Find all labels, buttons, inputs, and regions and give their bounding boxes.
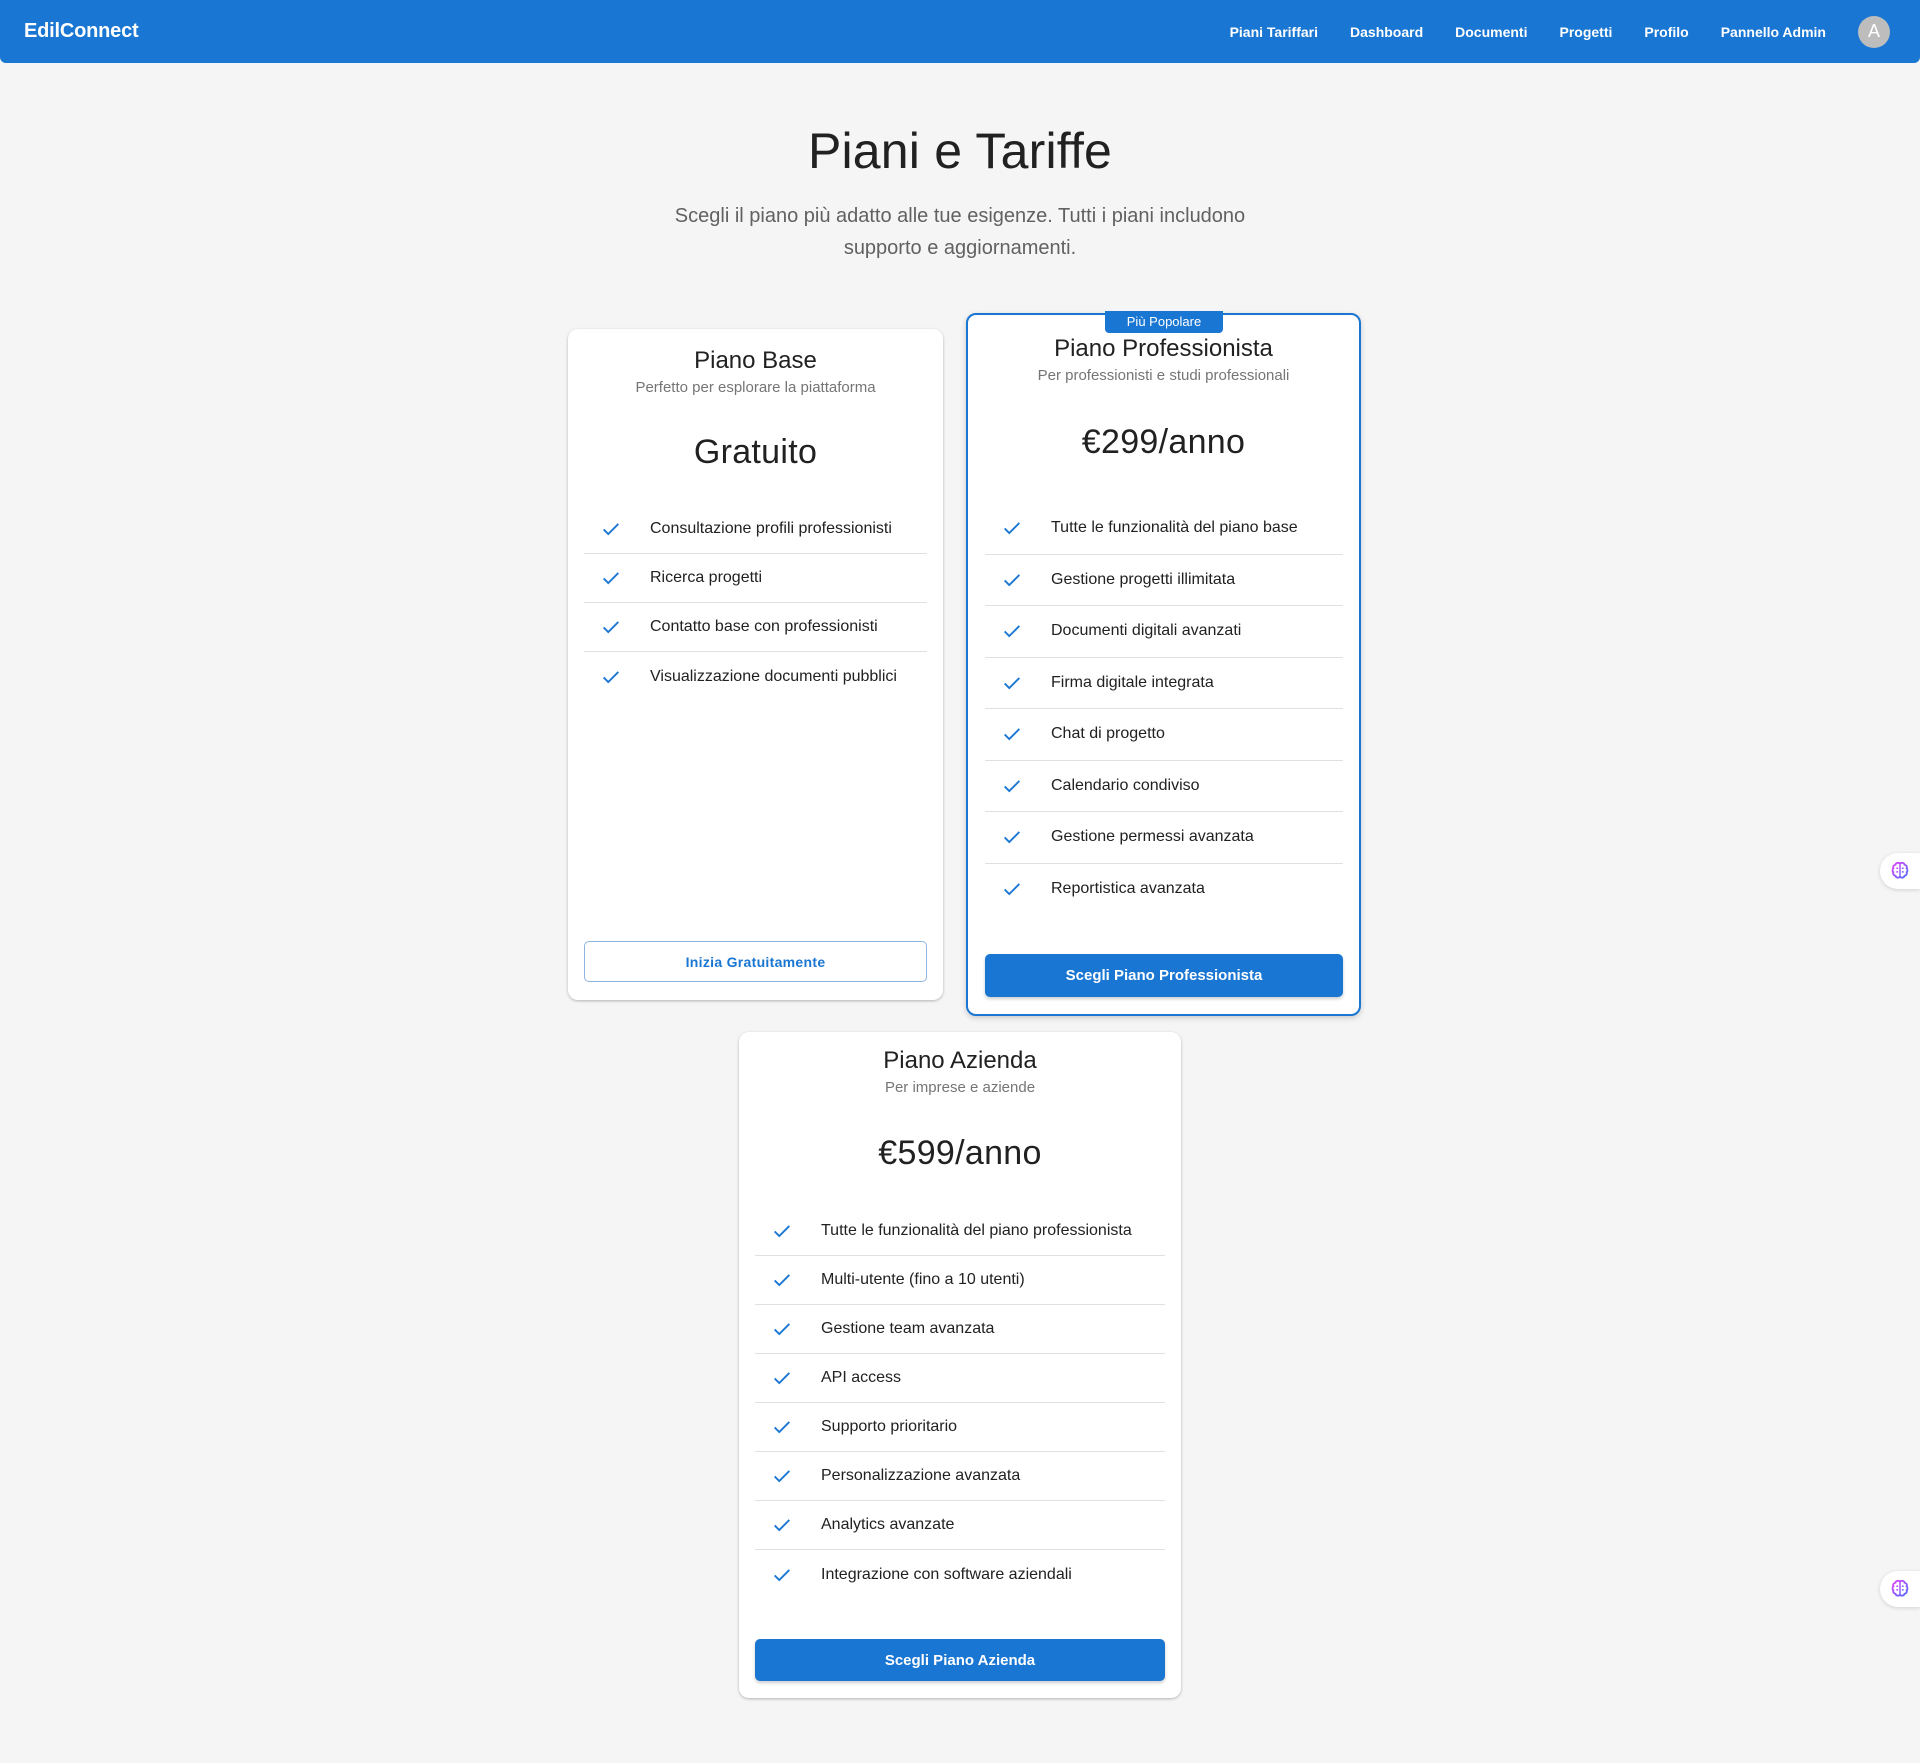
popular-badge: Più Popolare: [1105, 311, 1223, 333]
plan-description: Per professionisti e studi professionali: [1037, 367, 1290, 384]
feature-label: Personalizzazione avanzata: [821, 1467, 1021, 1484]
nav-documenti[interactable]: Documenti: [1455, 24, 1527, 40]
feature-item: Documenti digitali avanzati: [985, 606, 1343, 658]
check-icon: [1004, 677, 1020, 690]
brain-icon: [1891, 861, 1909, 879]
feature-item: Contatto base con professionisti: [584, 603, 927, 652]
feature-label: Visualizzazione documenti pubblici: [650, 667, 897, 685]
feature-label: Consultazione profili professionisti: [650, 520, 892, 537]
feature-item: Consultazione profili professionisti: [584, 505, 927, 554]
feature-label: Tutte le funzionalità del piano professi…: [821, 1222, 1132, 1239]
check-icon: [1004, 522, 1020, 535]
page-title: Piani e Tariffe: [807, 123, 1113, 179]
feature-list: Tutte le funzionalità del piano base Gest…: [985, 503, 1343, 915]
feature-list: Tutte le funzionalità del piano professi…: [755, 1207, 1165, 1599]
assistant-widget-secondary[interactable]: [1880, 1571, 1920, 1607]
feature-label: Analytics avanzate: [821, 1516, 955, 1533]
feature-item: API access: [755, 1354, 1165, 1403]
check-icon: [1004, 574, 1020, 587]
feature-item: Integrazione con software aziendali: [755, 1550, 1165, 1599]
check-icon: [603, 572, 619, 585]
plan-description: Per imprese e aziende: [884, 1079, 1036, 1096]
feature-label: Documenti digitali avanzati: [1051, 622, 1242, 640]
nav-piani-tariffari[interactable]: Piani Tariffari: [1230, 24, 1318, 40]
feature-item: Analytics avanzate: [755, 1501, 1165, 1550]
plan-title: Piano Professionista: [1054, 335, 1273, 362]
feature-label: Multi-utente (fino a 10 utenti): [821, 1271, 1025, 1288]
plan-price: €299/anno: [1081, 423, 1246, 461]
nav-dashboard[interactable]: Dashboard: [1350, 24, 1423, 40]
check-icon: [774, 1323, 790, 1336]
check-icon: [1004, 625, 1020, 638]
nav-progetti[interactable]: Progetti: [1559, 24, 1612, 40]
choose-professional-button[interactable]: Scegli Piano Professionista: [985, 954, 1343, 997]
brain-icon: [1891, 1579, 1909, 1597]
nav-links: Piani Tariffari Dashboard Documenti Prog…: [1198, 15, 1896, 48]
choose-business-button[interactable]: Scegli Piano Azienda: [755, 1639, 1165, 1681]
check-icon: [1004, 728, 1020, 741]
feature-item: Firma digitale integrata: [985, 658, 1343, 709]
plan-description: Perfetto per esplorare la piattaforma: [635, 379, 876, 396]
plan-card-business: Piano Azienda Per imprese e aziende €599…: [739, 1032, 1181, 1698]
start-free-button[interactable]: Inizia Gratuitamente: [584, 941, 927, 982]
page-subtitle: Scegli il piano più adatto alle tue esig…: [674, 205, 1246, 259]
feature-item: Gestione progetti illimitata: [985, 555, 1343, 606]
feature-label: Contatto base con professionisti: [650, 618, 878, 635]
plan-price: €599/anno: [878, 1134, 1042, 1172]
feature-list: Consultazione profili professionisti Rice…: [584, 505, 927, 701]
feature-label: Chat di progetto: [1051, 725, 1165, 743]
check-icon: [603, 670, 619, 683]
check-icon: [603, 621, 619, 634]
check-icon: [774, 1568, 790, 1581]
feature-item: Ricerca progetti: [584, 554, 927, 603]
feature-item: Reportistica avanzata: [985, 864, 1343, 916]
feature-item: Tutte le funzionalità del piano base: [985, 503, 1343, 555]
feature-label: API access: [821, 1369, 902, 1386]
brand-logo[interactable]: EdilConnect: [24, 20, 139, 43]
check-icon: [774, 1274, 790, 1287]
check-icon: [1004, 831, 1020, 844]
feature-label: Gestione team avanzata: [821, 1320, 995, 1337]
top-navbar: EdilConnect Piani Tariffari Dashboard Do…: [0, 0, 1920, 63]
avatar[interactable]: A: [1858, 15, 1890, 48]
feature-item: Calendario condiviso: [985, 761, 1343, 812]
feature-label: Reportistica avanzata: [1051, 880, 1205, 898]
check-icon: [774, 1372, 790, 1385]
feature-item: Supporto prioritario: [755, 1403, 1165, 1452]
check-icon: [1004, 883, 1020, 896]
feature-item: Multi-utente (fino a 10 utenti): [755, 1256, 1165, 1305]
feature-item: Personalizzazione avanzata: [755, 1452, 1165, 1501]
feature-label: Tutte le funzionalità del piano base: [1051, 519, 1298, 537]
plan-card-base: Piano Base Perfetto per esplorare la pia…: [568, 329, 943, 1000]
feature-item: Gestione team avanzata: [755, 1305, 1165, 1354]
assistant-widget[interactable]: [1880, 853, 1920, 889]
feature-label: Integrazione con software aziendali: [821, 1565, 1072, 1583]
feature-label: Calendario condiviso: [1051, 776, 1200, 794]
check-icon: [774, 1421, 790, 1434]
plan-card-professional: Più Popolare Piano Professionista Per pr…: [966, 311, 1361, 1016]
feature-label: Supporto prioritario: [821, 1418, 958, 1435]
plan-title: Piano Azienda: [883, 1047, 1037, 1074]
feature-item: Gestione permessi avanzata: [985, 812, 1343, 864]
feature-item: Visualizzazione documenti pubblici: [584, 652, 927, 701]
check-icon: [1004, 780, 1020, 793]
feature-label: Firma digitale integrata: [1051, 673, 1214, 691]
plan-price: Gratuito: [693, 433, 818, 471]
nav-pannello-admin[interactable]: Pannello Admin: [1721, 24, 1826, 40]
check-icon: [774, 1519, 790, 1532]
nav-profilo[interactable]: Profilo: [1644, 24, 1688, 40]
plan-title: Piano Base: [694, 347, 817, 374]
check-icon: [603, 523, 619, 536]
feature-item: Tutte le funzionalità del piano professi…: [755, 1207, 1165, 1256]
check-icon: [774, 1470, 790, 1483]
feature-label: Ricerca progetti: [650, 569, 763, 586]
feature-label: Gestione progetti illimitata: [1051, 570, 1236, 588]
feature-label: Gestione permessi avanzata: [1051, 828, 1254, 846]
feature-item: Chat di progetto: [985, 709, 1343, 761]
check-icon: [774, 1225, 790, 1238]
